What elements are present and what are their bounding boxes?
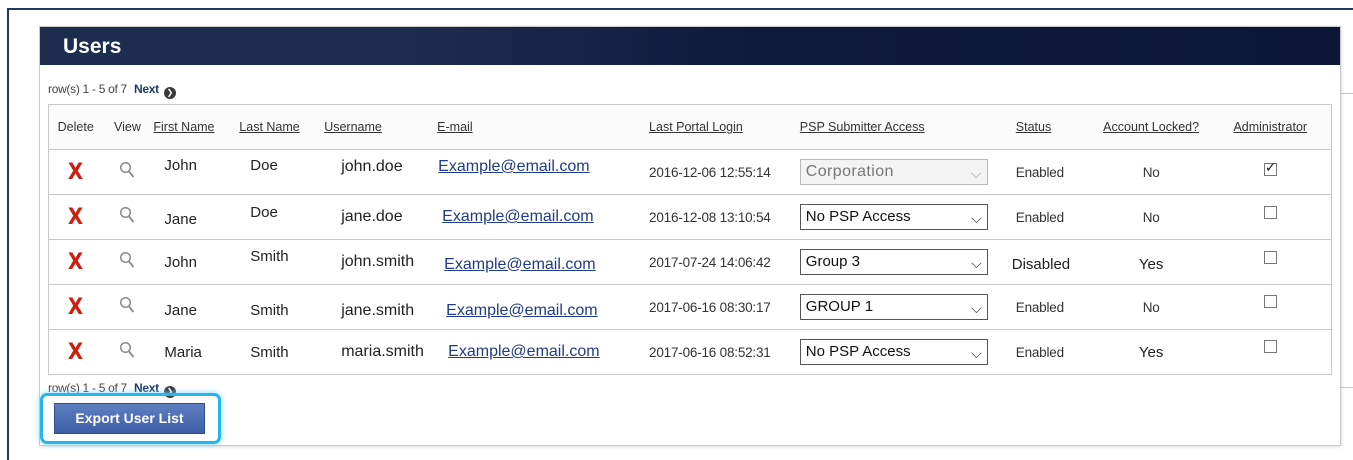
table-row: X Jane Smith jane.smith Example@email.co… — [48, 284, 1332, 330]
psp-access-select: Corporation ⌵ — [799, 159, 988, 185]
pager-text: row(s) 1 - 5 of 7 — [48, 381, 127, 395]
last-login-cell: 2017-07-24 14:06:42 — [648, 239, 799, 285]
chevron-down-icon: ⌵ — [971, 256, 982, 272]
delete-x-icon[interactable]: X — [68, 205, 83, 230]
administrator-checkbox[interactable] — [1263, 340, 1277, 353]
psp-access-select[interactable]: Group 3 ⌵ — [799, 249, 988, 275]
email-link[interactable]: Example@email.com — [448, 343, 599, 360]
first-name-cell: John — [152, 149, 239, 195]
psp-access-select[interactable]: GROUP 1 ⌵ — [799, 294, 988, 320]
status-cell: Disabled — [999, 239, 1093, 285]
status-cell: Enabled — [1015, 344, 1064, 360]
next-page-link[interactable]: Next — [134, 381, 159, 395]
col-header-email[interactable]: E-mail — [436, 104, 649, 150]
status-cell: Enabled — [999, 149, 1093, 195]
email-link[interactable]: Example@email.com — [444, 256, 595, 273]
psp-access-value: GROUP 1 — [805, 298, 874, 315]
magnifier-icon[interactable] — [119, 161, 135, 179]
table-row: X Maria Smith maria.smith Example@email.… — [49, 330, 1332, 375]
chevron-down-icon: ⌵ — [971, 301, 982, 317]
first-name-cell: Jane — [152, 284, 239, 330]
next-page-link[interactable]: Next — [134, 82, 159, 96]
last-name-cell: Smith — [250, 343, 289, 361]
psp-access-value: No PSP Access — [805, 208, 911, 225]
last-login-cell: 2016-12-08 13:10:54 — [648, 194, 799, 240]
psp-access-select[interactable]: No PSP Access ⌵ — [799, 339, 988, 365]
email-link[interactable]: Example@email.com — [446, 302, 597, 319]
col-header-view: View — [102, 104, 153, 150]
chevron-down-icon: ⌵ — [971, 346, 982, 362]
col-header-delete: Delete — [48, 104, 103, 150]
last-name-cell: Smith — [238, 284, 324, 330]
username-cell: maria.smith — [341, 343, 424, 360]
account-locked-cell: No — [1092, 194, 1210, 240]
col-header-last-name[interactable]: Last Name — [238, 104, 324, 150]
magnifier-icon[interactable] — [119, 341, 135, 359]
last-login-cell: 2016-12-06 12:55:14 — [648, 149, 799, 195]
account-locked-cell: Yes — [1138, 343, 1164, 361]
account-locked-cell: No — [1092, 149, 1210, 195]
first-name-cell: Jane — [152, 194, 239, 240]
administrator-checkbox[interactable] — [1263, 160, 1277, 176]
administrator-checkbox[interactable] — [1263, 206, 1277, 219]
first-name-cell: Maria — [164, 343, 202, 361]
last-login-cell: 2017-06-16 08:52:31 — [649, 344, 771, 360]
last-login-cell: 2017-06-16 08:30:17 — [648, 284, 799, 330]
username-cell: jane.smith — [323, 284, 437, 330]
delete-x-icon[interactable]: X — [68, 340, 83, 365]
delete-x-icon[interactable]: X — [68, 295, 83, 320]
last-name-cell: Smith — [238, 239, 324, 285]
table-row: X John Doe john.doe Example@email.com 20… — [48, 149, 1332, 195]
magnifier-icon[interactable] — [119, 206, 135, 224]
username-cell: jane.doe — [323, 194, 437, 240]
account-locked-cell: No — [1092, 284, 1210, 330]
last-name-cell: Doe — [238, 194, 324, 240]
administrator-checkbox[interactable] — [1263, 295, 1277, 308]
psp-access-value: Corporation — [805, 163, 894, 180]
psp-access-value: No PSP Access — [805, 343, 911, 360]
psp-access-value: Group 3 — [805, 253, 860, 270]
divider — [1341, 387, 1353, 388]
magnifier-icon[interactable] — [119, 251, 135, 269]
divider — [1341, 93, 1353, 94]
users-panel: Users row(s) 1 - 5 of 7 Next ❯ Delete Vi… — [39, 26, 1341, 446]
delete-x-icon[interactable]: X — [68, 250, 83, 275]
next-arrow-icon[interactable]: ❯ — [163, 87, 176, 99]
username-cell: john.smith — [323, 239, 437, 285]
export-user-list-button[interactable]: Export User List — [54, 403, 205, 434]
col-header-psp-access[interactable]: PSP Submitter Access — [798, 104, 1000, 150]
table-row: X Jane Doe jane.doe Example@email.com 20… — [48, 194, 1332, 240]
table-header-row: Delete View First Name Last Name Usernam… — [48, 104, 1332, 150]
chevron-down-icon: ⌵ — [971, 211, 982, 227]
panel-title: Users — [40, 27, 1340, 65]
delete-x-icon[interactable]: X — [68, 160, 83, 185]
psp-access-select[interactable]: No PSP Access ⌵ — [799, 204, 988, 230]
email-link[interactable]: Example@email.com — [442, 208, 593, 225]
account-locked-cell: Yes — [1092, 239, 1210, 285]
chevron-down-icon: ⌵ — [970, 166, 982, 182]
col-header-username[interactable]: Username — [323, 104, 437, 150]
col-header-last-login[interactable]: Last Portal Login — [648, 104, 799, 150]
magnifier-icon[interactable] — [119, 296, 135, 314]
last-name-cell: Doe — [238, 149, 324, 195]
status-cell: Enabled — [999, 194, 1093, 240]
col-header-locked[interactable]: Account Locked? — [1092, 104, 1210, 150]
table-row: X John Smith john.smith Example@email.co… — [48, 239, 1332, 285]
pager-text: row(s) 1 - 5 of 7 — [48, 82, 127, 96]
email-link[interactable]: Example@email.com — [438, 158, 589, 175]
first-name-cell: John — [152, 239, 239, 285]
username-cell: john.doe — [323, 149, 437, 195]
pager-top: row(s) 1 - 5 of 7 Next ❯ — [48, 82, 176, 99]
col-header-first-name[interactable]: First Name — [152, 104, 239, 150]
administrator-checkbox[interactable] — [1263, 251, 1277, 264]
col-header-admin[interactable]: Administrator — [1209, 104, 1332, 150]
users-table: Delete View First Name Last Name Usernam… — [48, 104, 1332, 375]
status-cell: Enabled — [999, 284, 1093, 330]
col-header-status[interactable]: Status — [999, 104, 1093, 150]
